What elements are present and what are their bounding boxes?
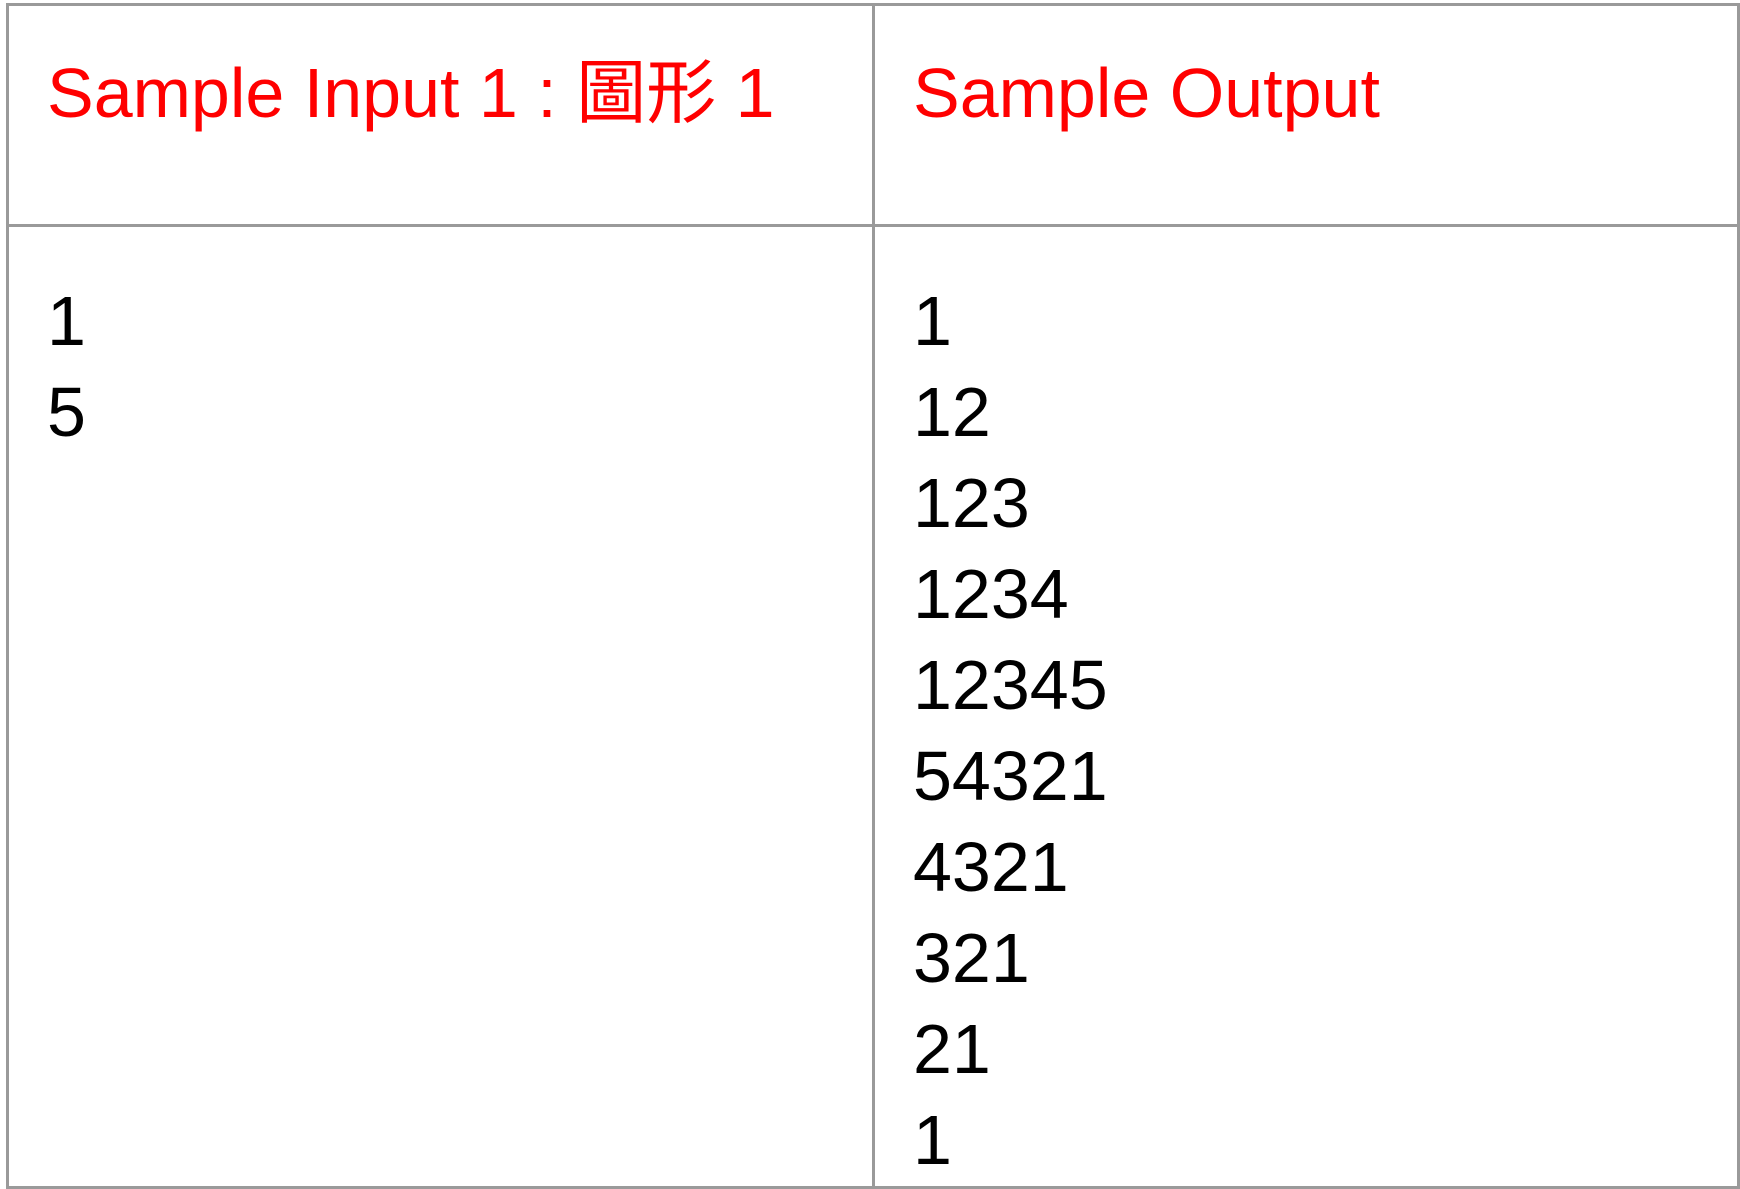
- sample-input-header: Sample Input 1 : 圖形 1: [6, 3, 875, 227]
- header-row: Sample Input 1 : 圖形 1 Sample Output: [6, 3, 1740, 227]
- output-line: 4321: [913, 828, 1069, 906]
- output-line: 12345: [913, 646, 1108, 724]
- output-line: 1: [913, 282, 952, 360]
- output-line: 54321: [913, 737, 1108, 815]
- input-line: 5: [47, 373, 86, 451]
- sample-output-header: Sample Output: [872, 3, 1740, 227]
- output-line: 1234: [913, 555, 1069, 633]
- input-line: 1: [47, 282, 86, 360]
- body-row: 1 5 1 12 123 1234 12345 54321 4321 321 2…: [6, 224, 1740, 1189]
- sample-output-cell: 1 12 123 1234 12345 54321 4321 321 21 1: [872, 224, 1740, 1189]
- output-line: 12: [913, 373, 991, 451]
- sample-input-cell: 1 5: [6, 224, 875, 1189]
- output-line: 1: [913, 1101, 952, 1179]
- sample-io-table: Sample Input 1 : 圖形 1 Sample Output 1 5 …: [6, 3, 1740, 1189]
- output-line: 321: [913, 919, 1030, 997]
- output-line: 21: [913, 1010, 991, 1088]
- output-line: 123: [913, 464, 1030, 542]
